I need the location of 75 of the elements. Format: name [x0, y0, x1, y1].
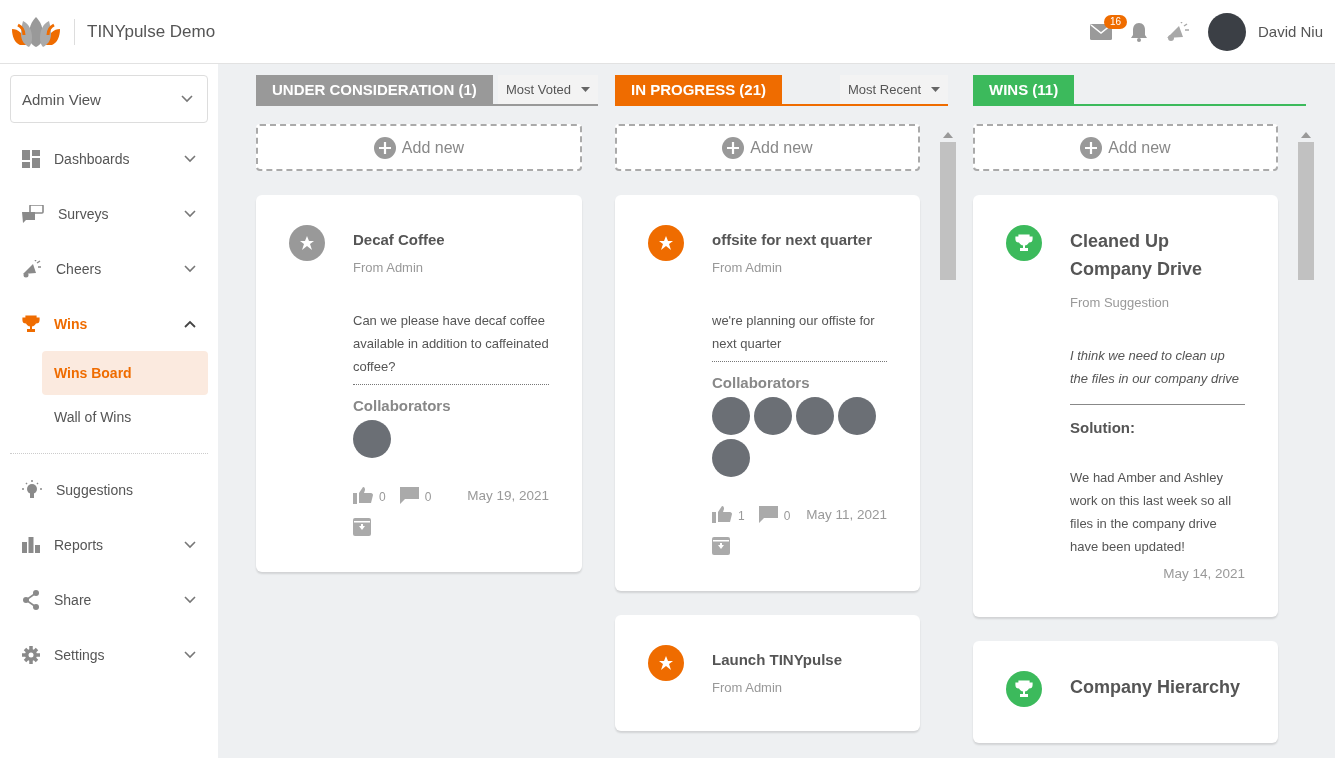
card-title: Launch TINYpulse [712, 651, 844, 668]
plus-circle-icon [1080, 136, 1103, 159]
solution-label: Solution: [1070, 419, 1136, 436]
card-source: From Suggestion [1070, 295, 1170, 310]
plus-circle-icon [373, 136, 396, 159]
add-new-button[interactable]: Add new [615, 124, 920, 171]
avatar[interactable] [754, 397, 792, 435]
card-background[interactable]: Launch TINYpulse From Admin [615, 615, 920, 731]
caret-icon [931, 87, 940, 92]
mail-icon[interactable] [1089, 23, 1112, 40]
nav-item[interactable]: Reports [10, 517, 208, 572]
card-background[interactable]: Decaf Coffee From Admin Can we please have decaf coffee available in addition to caffeinated coffee? Collaborators 0 0 May 19, 2021 [256, 195, 582, 572]
settings-icon [22, 645, 40, 664]
nav-item[interactable]: Cheers [10, 241, 208, 296]
card-source: From Admin [712, 260, 784, 275]
bell-icon[interactable] [1129, 21, 1148, 42]
card-description: I think we need to clean up the files in our company drive [1070, 347, 1241, 388]
megaphone-icon [22, 259, 42, 278]
view-select[interactable]: Admin View [10, 75, 208, 123]
bar-chart-icon [22, 536, 40, 553]
sort-dropdown[interactable]: Most Recent [840, 75, 948, 104]
archive-icon[interactable] [712, 537, 730, 555]
plus-circle-icon [722, 136, 745, 159]
chevron-down-icon [181, 95, 193, 103]
caret-icon [581, 87, 590, 92]
sort-dropdown[interactable]: Most Voted [497, 75, 598, 104]
dashboard-icon [22, 149, 40, 168]
card-source: From Admin [712, 680, 784, 695]
card-date: May 14, 2021 [1162, 566, 1245, 581]
nav-item[interactable]: Surveys [10, 186, 208, 241]
card-title: Cleaned Up Company Drive [1070, 230, 1204, 281]
nav-item[interactable]: Dashboards [10, 131, 208, 186]
thumbs-up-icon [353, 486, 373, 504]
card-date: May 11, 2021 [806, 506, 887, 522]
card-description: Can we please have decaf coffee available in addition to caffeinated coffee? [353, 312, 549, 376]
avatar[interactable] [353, 420, 391, 458]
thumbs-up-icon [712, 505, 732, 523]
card-source: From Admin [353, 260, 425, 275]
card-background[interactable]: Company Hierarchy [973, 641, 1278, 743]
nav-item[interactable]: Settings [10, 627, 208, 682]
scroll-up-icon[interactable] [943, 132, 953, 138]
nav-item[interactable]: Suggestions [10, 462, 208, 517]
card-description: we're planning our offiste for next quarter [712, 312, 876, 353]
share-icon [22, 589, 40, 610]
avatar[interactable] [712, 397, 750, 435]
lightbulb-icon [22, 479, 42, 500]
card-title: offsite for next quarter [712, 231, 874, 248]
megaphone-icon[interactable] [1165, 21, 1190, 42]
collaborators-label: Collaborators [712, 374, 811, 391]
trophy-icon [22, 314, 40, 333]
chat-bubbles-icon [22, 204, 44, 223]
card-title: Decaf Coffee [353, 231, 446, 248]
notification-badge: 16 [1103, 14, 1128, 29]
scrollbar-thumb[interactable] [940, 142, 956, 280]
scroll-up-icon[interactable] [1301, 132, 1311, 138]
card-background[interactable]: offsite for next quarter From Admin we're planning our offiste for next quarter Collaborators 1 0 May 11, 2021 [615, 195, 920, 591]
nav-item[interactable]: Share [10, 572, 208, 627]
avatar[interactable] [712, 439, 750, 477]
comment-icon [758, 505, 778, 523]
collaborators-label: Collaborators [353, 397, 452, 414]
solution-text: We had Amber and Ashley work on this last week so all files in the company drive have been updated! [1070, 469, 1233, 556]
add-new-button[interactable]: Add new [256, 124, 582, 171]
card-date: May 19, 2021 [467, 487, 549, 503]
user-name[interactable]: David Niu [1257, 23, 1323, 40]
comment-icon [399, 486, 419, 504]
user-avatar[interactable] [1207, 12, 1246, 51]
avatar[interactable] [796, 397, 834, 435]
card-background[interactable] [973, 195, 1278, 617]
card-title: Company Hierarchy [1070, 676, 1242, 699]
archive-icon[interactable] [353, 518, 371, 536]
avatar[interactable] [838, 397, 876, 435]
add-new-button[interactable]: Add new [973, 124, 1278, 171]
scrollbar-thumb[interactable] [1298, 142, 1314, 280]
app-title: TINYpulse Demo [87, 21, 216, 42]
nav-subitem[interactable]: Wall of Wins [42, 395, 208, 439]
